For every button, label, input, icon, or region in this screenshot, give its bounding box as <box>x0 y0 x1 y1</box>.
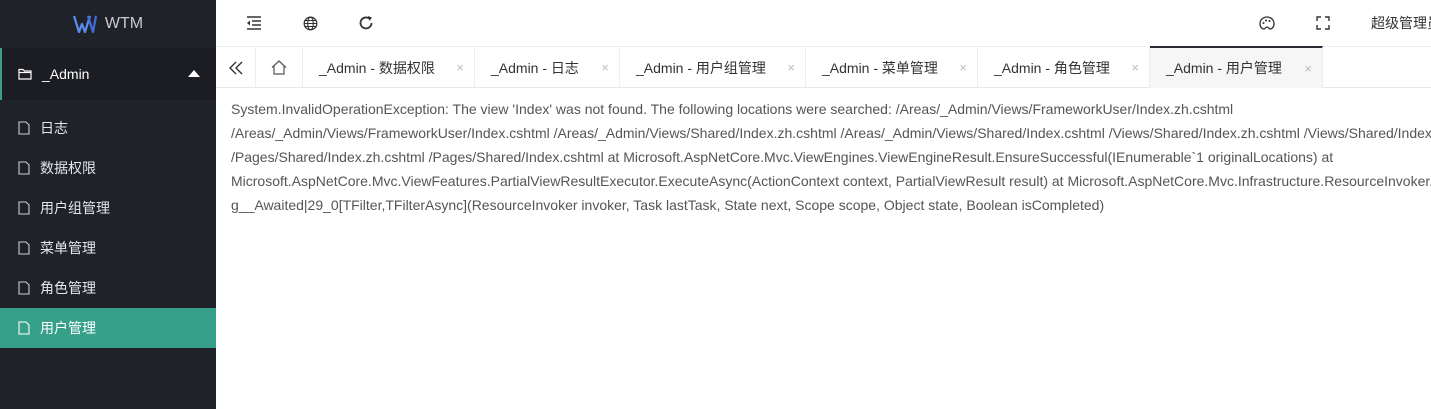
sidebar-item-label: 角色管理 <box>40 280 96 296</box>
theme-icon[interactable] <box>1256 12 1278 34</box>
sidebar-menu: 日志 数据权限 用户组管理 菜单管理 角色管理 用户管理 <box>0 108 216 348</box>
close-icon[interactable]: × <box>959 60 967 75</box>
wtm-logo-icon <box>72 15 97 33</box>
tab-user[interactable]: _Admin - 用户管理 × <box>1150 46 1323 88</box>
tab-label: _Admin - 菜单管理 <box>822 59 938 76</box>
tab-label: _Admin - 角色管理 <box>994 59 1110 76</box>
tab-log[interactable]: _Admin - 日志 × <box>475 47 620 88</box>
sidebar-group-admin[interactable]: _Admin <box>0 48 216 100</box>
tab-label: _Admin - 日志 <box>491 59 579 76</box>
tab-data-privilege[interactable]: _Admin - 数据权限 × <box>303 47 475 88</box>
tab-label: _Admin - 数据权限 <box>319 59 435 76</box>
sidebar-item-label: 数据权限 <box>40 160 96 176</box>
error-line: /Areas/_Admin/Views/FrameworkUser/Index.… <box>231 125 1431 141</box>
sidebar-group-label: _Admin <box>42 66 90 82</box>
sidebar-item-user[interactable]: 用户管理 <box>0 308 216 348</box>
close-icon[interactable]: × <box>601 60 609 75</box>
file-icon <box>18 321 30 335</box>
close-icon[interactable]: × <box>1304 61 1312 76</box>
indent-icon[interactable] <box>243 12 265 34</box>
double-chevron-left-icon <box>228 61 242 74</box>
refresh-icon[interactable] <box>355 12 377 34</box>
sidebar-item-menu[interactable]: 菜单管理 <box>0 228 216 268</box>
fullscreen-icon[interactable] <box>1312 12 1334 34</box>
sidebar-item-log[interactable]: 日志 <box>0 108 216 148</box>
sidebar-item-label: 日志 <box>40 120 68 136</box>
sidebar-item-role[interactable]: 角色管理 <box>0 268 216 308</box>
file-icon <box>18 241 30 255</box>
sidebar-item-label: 用户管理 <box>40 320 96 336</box>
sidebar-item-label: 用户组管理 <box>40 200 110 216</box>
close-icon[interactable]: × <box>1131 60 1139 75</box>
tab-user-group[interactable]: _Admin - 用户组管理 × <box>620 47 806 88</box>
top-header: 超级管理员 <box>216 0 1431 46</box>
tab-bar: _Admin - 数据权限 × _Admin - 日志 × _Admin - 用… <box>216 46 1431 88</box>
app-name: WTM <box>104 14 144 32</box>
tab-menu[interactable]: _Admin - 菜单管理 × <box>806 47 978 88</box>
tab-role[interactable]: _Admin - 角色管理 × <box>978 47 1150 88</box>
close-icon[interactable]: × <box>456 60 464 75</box>
home-icon <box>271 60 287 75</box>
file-icon <box>18 201 30 215</box>
folder-icon <box>18 68 32 80</box>
error-line: /Pages/Shared/Index.zh.cshtml /Pages/Sha… <box>231 149 1334 165</box>
file-icon <box>18 281 30 295</box>
close-icon[interactable]: × <box>787 60 795 75</box>
sidebar-item-label: 菜单管理 <box>40 240 96 256</box>
sidebar-item-data-privilege[interactable]: 数据权限 <box>0 148 216 188</box>
tab-label: _Admin - 用户组管理 <box>636 59 766 76</box>
tab-label: _Admin - 用户管理 <box>1166 60 1282 76</box>
main-content: System.InvalidOperationException: The vi… <box>231 97 1431 217</box>
tab-scroll-left-button[interactable] <box>216 47 256 88</box>
app-logo[interactable]: WTM <box>0 0 216 47</box>
error-line: Microsoft.AspNetCore.Mvc.ViewFeatures.Pa… <box>231 173 1431 189</box>
tab-home[interactable] <box>256 47 303 88</box>
sidebar: WTM _Admin 日志 数据权限 用户组管理 菜单管理 角色管理 用户管理 <box>0 0 216 409</box>
sidebar-item-user-group[interactable]: 用户组管理 <box>0 188 216 228</box>
caret-up-icon <box>188 70 200 77</box>
error-line: System.InvalidOperationException: The vi… <box>231 101 1234 117</box>
file-icon <box>18 161 30 175</box>
globe-icon[interactable] <box>299 12 321 34</box>
current-user[interactable]: 超级管理员 <box>1371 13 1431 33</box>
file-icon <box>18 121 30 135</box>
error-line: g__Awaited|29_0[TFilter,TFilterAsync](Re… <box>231 197 1105 213</box>
